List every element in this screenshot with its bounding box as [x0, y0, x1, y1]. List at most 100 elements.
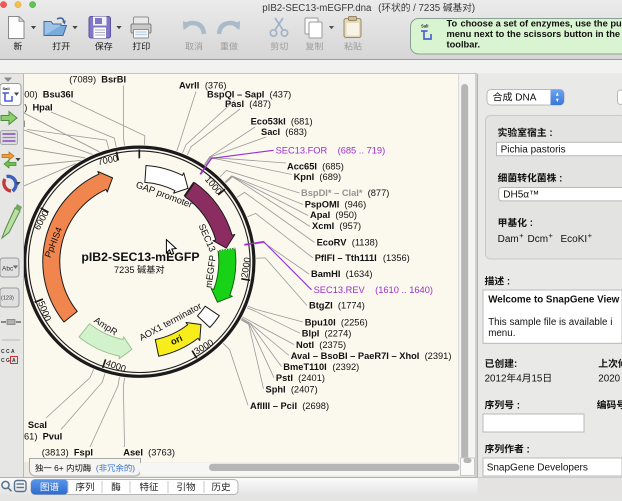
svg-text:Bsu36I: Bsu36I — [43, 89, 73, 99]
svg-text:7235: 7235 — [114, 265, 134, 275]
svg-text:(950): (950) — [335, 210, 357, 220]
svg-text:set: set — [503, 18, 516, 28]
svg-text:C: C — [1, 358, 5, 364]
svg-text:(2392): (2392) — [332, 362, 359, 372]
svg-text:BsrBI: BsrBI — [101, 74, 126, 84]
svg-text:a: a — [496, 18, 502, 28]
svg-text:G: G — [6, 358, 10, 364]
svg-text:SnapGene: SnapGene — [487, 463, 535, 474]
svg-text:XcmI: XcmI — [312, 221, 334, 231]
svg-text:AvaI: AvaI — [291, 351, 310, 361]
svg-text:pul: pul — [610, 18, 622, 28]
svg-text:(3813): (3813) — [42, 448, 69, 458]
svg-text:SEC13.FOR: SEC13.FOR — [276, 145, 328, 155]
svg-text:): ) — [472, 3, 475, 14]
svg-text:FspI: FspI — [74, 448, 93, 458]
svg-text:ClaI*: ClaI* — [342, 188, 363, 198]
svg-text:DNA: DNA — [515, 93, 536, 104]
svg-text:AvrII: AvrII — [179, 80, 199, 90]
svg-text:(946): (946) — [344, 199, 366, 209]
svg-text:(2391): (2391) — [425, 351, 452, 361]
svg-text:file: file — [544, 317, 557, 328]
svg-text:button: button — [564, 29, 593, 39]
svg-text:A: A — [12, 358, 16, 364]
svg-text:use: use — [575, 18, 591, 28]
svg-text:(437): (437) — [270, 90, 292, 100]
svg-text:15: 15 — [531, 374, 542, 385]
svg-text::: : — [517, 400, 520, 411]
svg-text:toolbar.: toolbar. — [447, 40, 481, 50]
svg-text:(2375): (2375) — [319, 340, 346, 350]
svg-text:(7089): (7089) — [69, 74, 96, 84]
svg-text:EcoKI: EcoKI — [561, 234, 588, 245]
svg-text:menu.: menu. — [488, 328, 515, 339]
svg-text:(2401): (2401) — [298, 373, 325, 383]
svg-text:the: the — [507, 29, 521, 39]
svg-text:+: + — [588, 231, 593, 240]
svg-text:Developers: Developers — [537, 463, 588, 474]
svg-text:(689): (689) — [319, 172, 341, 182]
svg-text:KpnI: KpnI — [294, 172, 315, 182]
svg-text:BamHI: BamHI — [311, 269, 340, 279]
svg-text:Pichia: Pichia — [501, 144, 529, 155]
svg-text:(2698): (2698) — [302, 401, 329, 411]
svg-text:SEC13.REV: SEC13.REV — [314, 285, 366, 295]
svg-text:PspOMI: PspOMI — [305, 199, 340, 209]
svg-text:(683): (683) — [285, 127, 307, 137]
svg-text:PstI: PstI — [276, 373, 293, 383]
svg-text::: : — [530, 218, 533, 229]
svg-text::: : — [549, 128, 552, 139]
svg-text:pIB2-SEC13-mEGFP.dna: pIB2-SEC13-mEGFP.dna — [262, 3, 372, 14]
svg-text:A: A — [11, 349, 15, 355]
svg-text:to: to — [496, 29, 505, 39]
svg-text:(2274): (2274) — [325, 329, 352, 339]
svg-text:(123): (123) — [1, 296, 14, 302]
svg-text:View: View — [597, 295, 620, 306]
svg-text:ApaI: ApaI — [310, 210, 330, 220]
svg-text:(1610: (1610 — [375, 285, 399, 295]
svg-text:sample: sample — [509, 317, 541, 328]
svg-text::: : — [514, 359, 517, 370]
svg-text:Abc: Abc — [2, 266, 14, 273]
svg-text:EcoRV: EcoRV — [317, 238, 348, 248]
svg-text:(2256): (2256) — [341, 317, 368, 327]
svg-text::: : — [507, 277, 510, 288]
svg-text:the: the — [594, 18, 608, 28]
svg-text:PvuI: PvuI — [43, 432, 63, 442]
svg-text:): ) — [24, 103, 27, 113]
svg-text:pIB2-SEC13-mEGFP: pIB2-SEC13-mEGFP — [81, 250, 199, 264]
svg-text:–: – — [273, 401, 278, 411]
svg-text:to: to — [534, 295, 543, 306]
svg-text:available: available — [569, 317, 608, 328]
svg-text:): ) — [132, 463, 135, 473]
svg-text:1640): 1640) — [409, 285, 433, 295]
svg-text:This: This — [488, 317, 507, 328]
svg-text:PciI: PciI — [280, 401, 297, 411]
svg-text:next: next — [474, 29, 493, 39]
svg-text:BsoBI: BsoBI — [321, 351, 348, 361]
svg-text:C: C — [6, 349, 10, 355]
svg-text:SnapGene: SnapGene — [546, 295, 595, 306]
svg-text:(685: (685 — [338, 145, 357, 155]
svg-text:scissors: scissors — [523, 29, 561, 39]
svg-text:is: is — [559, 317, 566, 328]
svg-text:–: – — [337, 253, 342, 263]
svg-text:SacI: SacI — [261, 127, 280, 137]
svg-text:PasI: PasI — [225, 99, 244, 109]
svg-text:–: – — [350, 351, 355, 361]
svg-text:enzymes,: enzymes, — [531, 18, 573, 28]
svg-text:–: – — [334, 188, 339, 198]
svg-text:To: To — [447, 18, 458, 28]
svg-text:–: – — [392, 351, 397, 361]
svg-text:(681): (681) — [291, 117, 313, 127]
svg-text:(2407): (2407) — [291, 384, 318, 394]
svg-text:(: ( — [96, 463, 99, 473]
svg-text:2012: 2012 — [485, 374, 507, 385]
svg-text:PaeR7I: PaeR7I — [358, 351, 389, 361]
svg-text:BtgZI: BtgZI — [309, 301, 333, 311]
svg-text:+: + — [549, 231, 554, 240]
svg-text:..: .. — [359, 145, 364, 155]
svg-text:HpaI: HpaI — [32, 103, 52, 113]
svg-text:SphI: SphI — [266, 384, 286, 394]
svg-text:00): 00) — [24, 89, 37, 99]
